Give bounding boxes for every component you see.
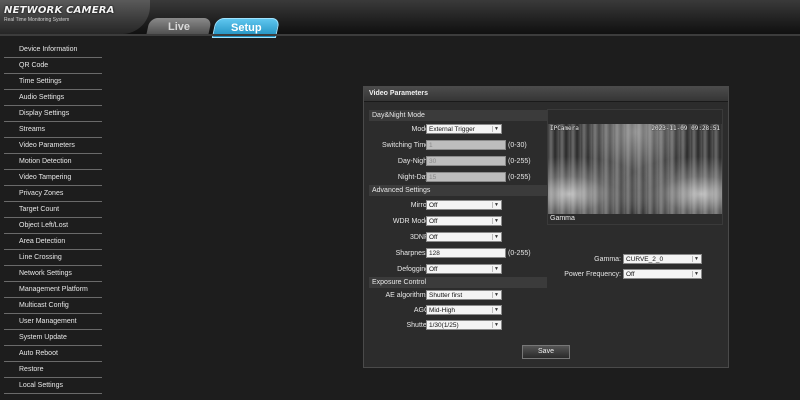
tab-live-label: Live <box>167 21 190 33</box>
mode-row: Mode: External Trigger ▼ <box>369 124 569 135</box>
power-frequency-label: Power Frequency: <box>564 271 621 278</box>
chevron-down-icon: ▼ <box>692 256 700 262</box>
3dnr-select-value: Off <box>429 234 438 241</box>
sidebar-item-auto-reboot[interactable]: Auto Reboot <box>4 346 102 362</box>
sharpness-row: Sharpness: 128 (0-255) <box>369 248 569 259</box>
chevron-down-icon: ▼ <box>492 266 500 272</box>
panel-title: Video Parameters <box>364 87 728 102</box>
camera-image <box>548 124 722 224</box>
agc-row: AGC: Mid-High ▼ <box>369 305 569 316</box>
sidebar-item-time-settings[interactable]: Time Settings <box>4 74 102 90</box>
night-day-range: (0-255) <box>508 174 531 181</box>
night-day-row: Night-Day: 15 (0-255) <box>369 172 569 183</box>
defogging-row: Defogging: Off ▼ <box>369 264 569 275</box>
sidebar-item-local-settings[interactable]: Local Settings <box>4 378 102 394</box>
sidebar-item-system-update[interactable]: System Update <box>4 330 102 346</box>
defogging-select-value: Off <box>429 266 438 273</box>
agc-select-value: Mid-High <box>429 307 456 314</box>
chevron-down-icon: ▼ <box>492 202 500 208</box>
defogging-select[interactable]: Off ▼ <box>426 264 502 274</box>
day-night-input[interactable]: 30 <box>426 156 506 166</box>
switching-time-range: (0-30) <box>508 142 527 149</box>
sidebar-item-line-crossing[interactable]: Line Crossing <box>4 250 102 266</box>
sidebar-item-privacy-zones[interactable]: Privacy Zones <box>4 186 102 202</box>
ae-algorithms-select-value: Shutter first <box>429 292 463 299</box>
power-frequency-select[interactable]: Off ▼ <box>623 269 702 279</box>
video-parameters-panel: Video Parameters Day&Night Mode Mode: Ex… <box>363 86 729 368</box>
sidebar-item-network-settings[interactable]: Network Settings <box>4 266 102 282</box>
sidebar: Device Information QR Code Time Settings… <box>4 42 102 394</box>
chevron-down-icon: ▼ <box>692 271 700 277</box>
osd-camera-name: IPCamera <box>550 125 579 132</box>
shutter-select-value: 1/30(1/25) <box>429 322 459 329</box>
chevron-down-icon: ▼ <box>492 307 500 313</box>
switching-time-input[interactable]: 1 <box>426 140 506 150</box>
tab-setup-label: Setup <box>230 22 262 34</box>
gamma-select[interactable]: CURVE_2_0 ▼ <box>623 254 702 264</box>
sidebar-item-video-tampering[interactable]: Video Tampering <box>4 170 102 186</box>
gamma-row: Gamma: CURVE_2_0 ▼ <box>547 254 727 265</box>
day-night-row: Day-Night: 30 (0-255) <box>369 156 569 167</box>
mode-select-value: External Trigger <box>429 126 475 133</box>
chevron-down-icon: ▼ <box>492 234 500 240</box>
sidebar-item-restore[interactable]: Restore <box>4 362 102 378</box>
mirror-row: Mirror: Off ▼ <box>369 200 569 211</box>
ae-algorithms-label: AE algorithms: <box>385 292 431 299</box>
mirror-select-value: Off <box>429 202 438 209</box>
sidebar-item-video-parameters[interactable]: Video Parameters <box>4 138 102 154</box>
ae-algorithms-select[interactable]: Shutter first ▼ <box>426 290 502 300</box>
chevron-down-icon: ▼ <box>492 126 500 132</box>
sidebar-item-audio-settings[interactable]: Audio Settings <box>4 90 102 106</box>
chevron-down-icon: ▼ <box>492 218 500 224</box>
sidebar-item-multicast-config[interactable]: Multicast Config <box>4 298 102 314</box>
sidebar-item-qr-code[interactable]: QR Code <box>4 58 102 74</box>
save-button[interactable]: Save <box>522 345 570 359</box>
tab-setup[interactable]: Setup <box>211 18 281 38</box>
sidebar-item-display-settings[interactable]: Display Settings <box>4 106 102 122</box>
day-night-range: (0-255) <box>508 158 531 165</box>
sharpness-input[interactable]: 128 <box>426 248 506 258</box>
sharpness-range: (0-255) <box>508 250 531 257</box>
sidebar-item-management-platform[interactable]: Management Platform <box>4 282 102 298</box>
chevron-down-icon: ▼ <box>492 292 500 298</box>
gamma-label: Gamma: <box>594 256 621 263</box>
sidebar-item-streams[interactable]: Streams <box>4 122 102 138</box>
3dnr-select[interactable]: Off ▼ <box>426 232 502 242</box>
tab-live[interactable]: Live <box>146 18 212 36</box>
ae-algorithms-row: AE algorithms: Shutter first ▼ <box>369 290 569 301</box>
sidebar-item-motion-detection[interactable]: Motion Detection <box>4 154 102 170</box>
logo-tagline: Real Time Monitoring System <box>4 17 70 23</box>
section-advanced-settings: Advanced Settings <box>369 185 547 196</box>
osd-timestamp: 2023-11-09 09:28:51 <box>651 125 720 132</box>
sidebar-item-device-information[interactable]: Device Information <box>4 42 102 58</box>
switching-time-row: Switching Time: 1 (0-30) <box>369 140 569 151</box>
shutter-row: Shutter: 1/30(1/25) ▼ <box>369 320 569 331</box>
shutter-select[interactable]: 1/30(1/25) ▼ <box>426 320 502 330</box>
gamma-select-value: CURVE_2_0 <box>626 256 664 263</box>
chevron-down-icon: ▼ <box>492 322 500 328</box>
night-day-input[interactable]: 15 <box>426 172 506 182</box>
3dnr-row: 3DNR: Off ▼ <box>369 232 569 243</box>
logo: NETWORK CAMERA <box>4 5 115 16</box>
sidebar-item-target-count[interactable]: Target Count <box>4 202 102 218</box>
mode-select[interactable]: External Trigger ▼ <box>426 124 502 134</box>
gamma-section-label: Gamma <box>548 214 722 224</box>
switching-time-label: Switching Time: <box>381 142 431 149</box>
wdr-mode-select[interactable]: Off ▼ <box>426 216 502 226</box>
power-frequency-select-value: Off <box>626 271 635 278</box>
sidebar-item-object-left-lost[interactable]: Object Left/Lost <box>4 218 102 234</box>
agc-select[interactable]: Mid-High ▼ <box>426 305 502 315</box>
logo-area: NETWORK CAMERA Real Time Monitoring Syst… <box>0 0 150 34</box>
section-day-night-mode: Day&Night Mode <box>369 110 547 121</box>
section-exposure-control: Exposure Control <box>369 277 547 288</box>
video-preview[interactable]: IPCamera 2023-11-09 09:28:51 Gamma <box>547 109 723 225</box>
wdr-mode-row: WDR Mode: Off ▼ <box>369 216 569 227</box>
wdr-mode-select-value: Off <box>429 218 438 225</box>
mirror-select[interactable]: Off ▼ <box>426 200 502 210</box>
sidebar-item-area-detection[interactable]: Area Detection <box>4 234 102 250</box>
sidebar-item-user-management[interactable]: User Management <box>4 314 102 330</box>
power-frequency-row: Power Frequency: Off ▼ <box>547 269 727 280</box>
top-bar: NETWORK CAMERA Real Time Monitoring Syst… <box>0 0 800 38</box>
